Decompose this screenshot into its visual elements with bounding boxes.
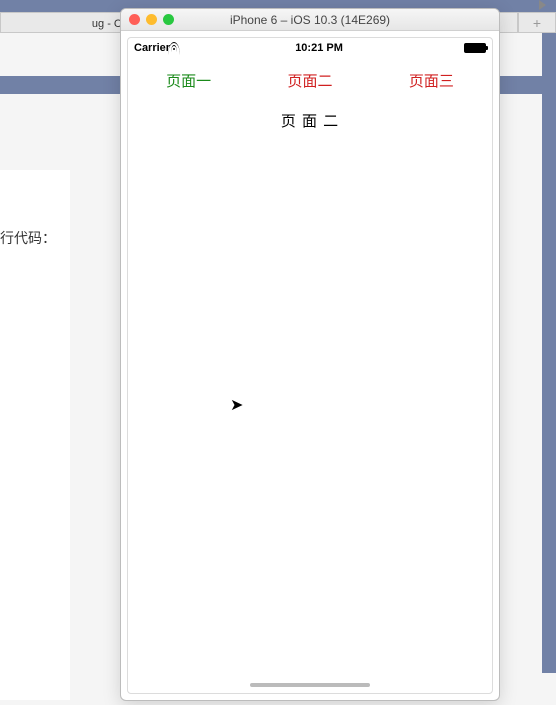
status-time: 10:21 PM — [295, 42, 343, 54]
maximize-icon[interactable] — [163, 14, 174, 25]
tab-page-3[interactable]: 页面三 — [371, 58, 492, 102]
page-content-label: 页 面 二 — [128, 102, 492, 139]
simulator-title: iPhone 6 – iOS 10.3 (14E269) — [121, 13, 499, 27]
carrier-label: Carrier — [134, 42, 170, 54]
traffic-lights — [129, 14, 174, 25]
bg-text: 行代码： — [0, 228, 56, 248]
status-bar: Carrier 10:21 PM — [128, 38, 492, 58]
status-left: Carrier — [134, 42, 174, 54]
bg-content-block — [0, 170, 70, 700]
battery-icon — [464, 43, 486, 53]
tab-page-2[interactable]: 页面二 — [249, 58, 370, 102]
bg-band-right — [542, 33, 556, 673]
simulator-window: iPhone 6 – iOS 10.3 (14E269) Carrier 10:… — [120, 8, 500, 701]
minimize-icon[interactable] — [146, 14, 157, 25]
close-icon[interactable] — [129, 14, 140, 25]
tab-page-1[interactable]: 页面一 — [128, 58, 249, 102]
play-icon — [539, 0, 546, 10]
device-frame: Carrier 10:21 PM 页面一 页面二 页面三 页 面 二 — [127, 37, 493, 694]
simulator-titlebar[interactable]: iPhone 6 – iOS 10.3 (14E269) — [121, 9, 499, 31]
plus-icon: + — [533, 15, 541, 31]
add-tab-button[interactable]: + — [518, 12, 556, 33]
home-indicator — [250, 683, 370, 687]
tab-row: 页面一 页面二 页面三 — [128, 58, 492, 102]
